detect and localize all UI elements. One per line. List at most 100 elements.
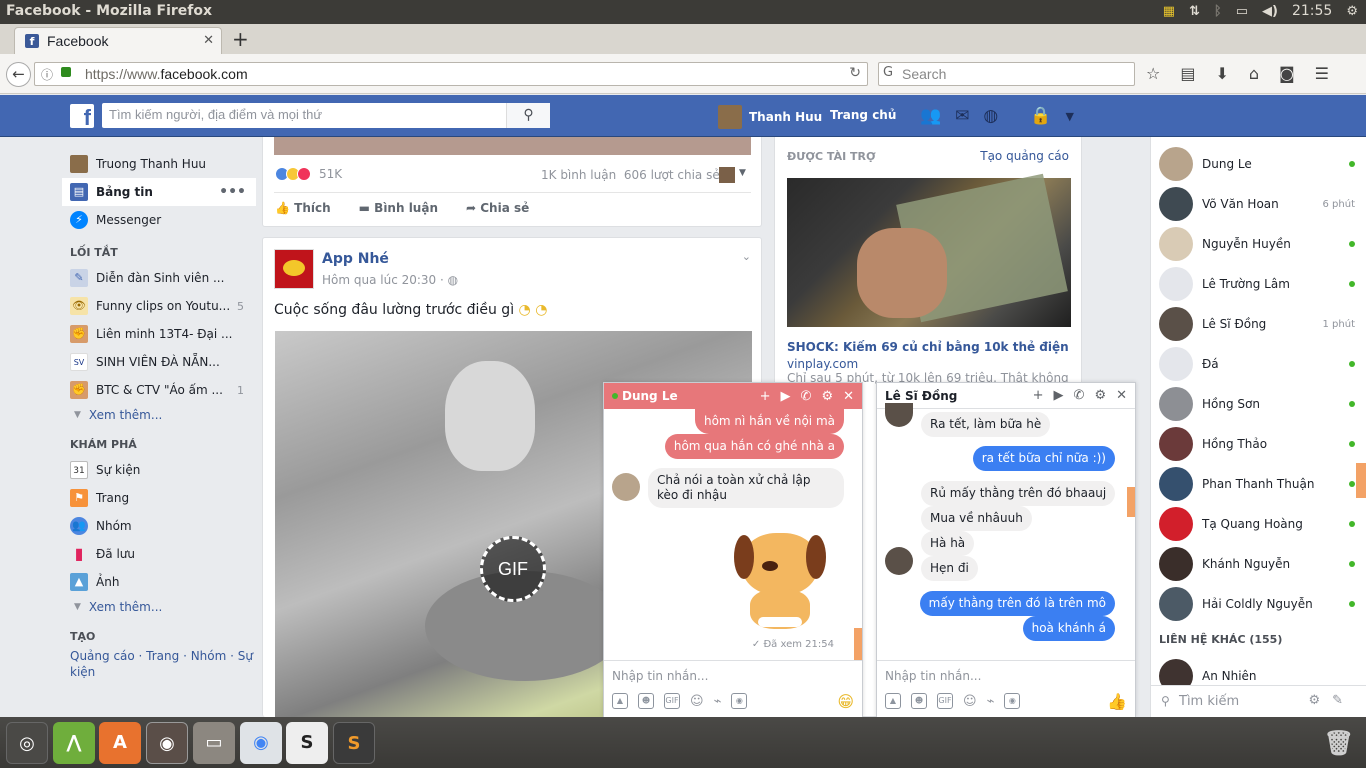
profile-link[interactable]: Truong Thanh Huu bbox=[62, 150, 256, 178]
page-name-link[interactable]: App Nhé bbox=[322, 251, 389, 267]
avatar[interactable] bbox=[885, 403, 913, 427]
add-people-icon[interactable]: + bbox=[760, 389, 771, 404]
reading-list-icon[interactable]: ▤ bbox=[1180, 64, 1195, 83]
chat-scrollbar[interactable] bbox=[1127, 487, 1135, 517]
comment-button[interactable]: ▬ Bình luận bbox=[359, 201, 438, 215]
downloads-icon[interactable]: ⬇ bbox=[1215, 64, 1228, 83]
video-call-icon[interactable]: ▶ bbox=[781, 389, 791, 404]
search-engine-icon[interactable]: G bbox=[883, 65, 893, 80]
camera-icon[interactable]: ◉ bbox=[731, 693, 748, 709]
firefox-icon[interactable]: ◉ bbox=[146, 722, 188, 764]
android-studio-icon[interactable]: ⋀ bbox=[53, 722, 95, 764]
avatar[interactable] bbox=[885, 547, 913, 575]
new-message-icon[interactable]: ✎ bbox=[1332, 693, 1355, 708]
ad-domain[interactable]: vinplay.com bbox=[787, 357, 858, 371]
shortcut-item[interactable]: SV SINH VIÊN ĐÀ NẴN... bbox=[62, 348, 256, 376]
gear-icon[interactable]: ⚙ bbox=[821, 389, 833, 404]
like-button[interactable]: 👍 Thích bbox=[275, 201, 331, 215]
video-call-icon[interactable]: ▶ bbox=[1054, 388, 1064, 403]
gear-icon[interactable]: ⚙ bbox=[1094, 388, 1106, 403]
privacy-lock-icon[interactable]: 🔒 bbox=[1030, 106, 1051, 126]
ubuntu-dash-icon[interactable]: ◎ bbox=[6, 722, 48, 764]
browser-search-input[interactable]: G Search bbox=[878, 62, 1135, 86]
messenger-icon[interactable]: ✉ bbox=[955, 106, 969, 126]
contact-item[interactable]: Tạ Quang Hoàng bbox=[1159, 506, 1355, 542]
home-link[interactable]: Trang chủ bbox=[830, 108, 896, 122]
photo-icon[interactable]: ▲ bbox=[612, 693, 628, 709]
see-more-link[interactable]: ▼ Xem thêm... bbox=[62, 404, 256, 426]
reload-icon[interactable]: ↻ bbox=[849, 65, 861, 81]
software-center-icon[interactable]: A bbox=[99, 722, 141, 764]
sidebar-item-events[interactable]: 31 Sự kiện bbox=[62, 456, 256, 484]
friend-requests-icon[interactable]: 👥 bbox=[920, 106, 941, 126]
contact-item[interactable]: Hải Coldly Nguyễn bbox=[1159, 586, 1355, 622]
share-button[interactable]: ➦ Chia sẻ bbox=[466, 201, 529, 215]
more-options-icon[interactable]: ••• bbox=[219, 184, 246, 200]
contact-item[interactable]: Dung Le bbox=[1159, 146, 1355, 182]
contact-item[interactable]: Đá bbox=[1159, 346, 1355, 382]
shortcut-item[interactable]: ✊ BTC & CTV "Áo ấm ... 1 bbox=[62, 376, 256, 404]
notifications-globe-icon[interactable]: ◍ bbox=[983, 106, 998, 126]
back-button[interactable]: ← bbox=[6, 62, 31, 87]
file-manager-icon[interactable]: ▭ bbox=[193, 722, 235, 764]
post-image[interactable] bbox=[274, 137, 751, 155]
battery-icon[interactable]: ▭ bbox=[1236, 4, 1248, 19]
chat-scrollbar[interactable] bbox=[854, 628, 862, 660]
volume-icon[interactable]: ◀) bbox=[1262, 4, 1278, 19]
menu-icon[interactable]: ☰ bbox=[1315, 64, 1329, 83]
phone-icon[interactable]: ✆ bbox=[1074, 388, 1085, 403]
share-as-avatar[interactable] bbox=[719, 167, 735, 183]
page-avatar[interactable] bbox=[274, 249, 314, 289]
close-icon[interactable]: ✕ bbox=[1116, 388, 1127, 403]
phone-icon[interactable]: ✆ bbox=[801, 389, 812, 404]
sticker-icon[interactable]: ☻ bbox=[911, 693, 927, 709]
shortcut-item[interactable]: ✊ Liên minh 13T4- Đại ... bbox=[62, 320, 256, 348]
home-icon[interactable]: ⌂ bbox=[1249, 64, 1259, 83]
facebook-logo-icon[interactable]: f bbox=[70, 104, 94, 130]
facebook-search-input[interactable]: Tìm kiếm người, địa điểm và mọi thứ ⚲ bbox=[102, 103, 550, 128]
sidebar-item-photos[interactable]: ▲ Ảnh bbox=[62, 568, 256, 596]
puppy-sticker[interactable] bbox=[728, 525, 832, 635]
contact-item[interactable]: Khánh Nguyễn bbox=[1159, 546, 1355, 582]
contact-item[interactable]: Lê Sĩ Đồng 1 phút bbox=[1159, 306, 1355, 342]
grin-emoji-icon[interactable]: 😁 bbox=[837, 692, 854, 711]
search-icon[interactable]: ⚲ bbox=[506, 103, 550, 128]
sublime-text-icon[interactable]: S bbox=[333, 722, 375, 764]
transfer-icon[interactable]: ⇅ bbox=[1189, 4, 1200, 19]
attach-icon[interactable]: ⌁ bbox=[714, 694, 722, 709]
profile-link[interactable]: Thanh Huu bbox=[718, 105, 822, 129]
sidebar-item-news-feed[interactable]: ▤ Bảng tin ••• bbox=[62, 178, 256, 206]
scrollbar-thumb[interactable] bbox=[1356, 463, 1366, 498]
emoji-icon[interactable]: ☺ bbox=[690, 694, 704, 709]
emoji-icon[interactable]: ☺ bbox=[963, 694, 977, 709]
gif-play-button[interactable]: GIF bbox=[480, 536, 546, 602]
reactions-summary[interactable]: 51K bbox=[275, 167, 342, 181]
gif-icon[interactable]: GIF bbox=[664, 693, 680, 709]
sidebar-item-groups[interactable]: 👥 Nhóm bbox=[62, 512, 256, 540]
tab-facebook[interactable]: f Facebook ✕ bbox=[14, 27, 222, 54]
shortcut-item[interactable]: ✎ Diễn đàn Sinh viên ... bbox=[62, 264, 256, 292]
bookmark-star-icon[interactable]: ☆ bbox=[1146, 64, 1160, 83]
chevron-down-icon[interactable]: ⌄ bbox=[742, 250, 751, 263]
pocket-icon[interactable]: ◙ bbox=[1279, 64, 1295, 83]
settings-gear-icon[interactable]: ⚙ bbox=[1308, 693, 1332, 708]
sidebar-item-saved[interactable]: ▮ Đã lưu bbox=[62, 540, 256, 568]
contact-item[interactable]: Nguyễn Huyền bbox=[1159, 226, 1355, 262]
chevron-down-icon[interactable]: ▼ bbox=[739, 168, 746, 178]
sticker-icon[interactable]: ☻ bbox=[638, 693, 654, 709]
see-more-link[interactable]: ▼ Xem thêm... bbox=[62, 596, 256, 618]
thumbs-up-icon[interactable]: 👍 bbox=[1107, 692, 1127, 711]
contact-item[interactable]: Võ Văn Hoan 6 phút bbox=[1159, 186, 1355, 222]
clock[interactable]: 21:55 bbox=[1292, 3, 1332, 19]
create-links[interactable]: Quảng cáo · Trang · Nhóm · Sự kiện bbox=[62, 648, 256, 680]
contact-item[interactable]: Hồng Sơn bbox=[1159, 386, 1355, 422]
sidebar-item-pages[interactable]: ⚑ Trang bbox=[62, 484, 256, 512]
close-icon[interactable]: ✕ bbox=[843, 389, 854, 404]
create-ad-link[interactable]: Tạo quảng cáo bbox=[980, 149, 1069, 163]
trash-icon[interactable]: 🗑 bbox=[1318, 722, 1360, 764]
close-tab-icon[interactable]: ✕ bbox=[203, 33, 214, 48]
post-stats[interactable]: 1K bình luận 606 lượt chia sẻ bbox=[541, 168, 720, 182]
gear-icon[interactable]: ⚙ bbox=[1346, 4, 1358, 19]
gif-icon[interactable]: GIF bbox=[937, 693, 953, 709]
chat-search-input[interactable]: ⚲ Tìm kiếm ⚙✎ bbox=[1151, 685, 1366, 717]
